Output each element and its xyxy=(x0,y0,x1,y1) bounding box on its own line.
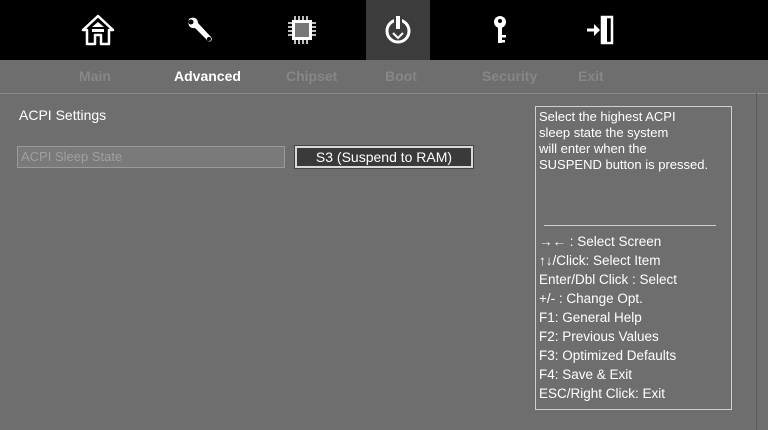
key-help-general-help: F1: General Help xyxy=(539,310,642,325)
help-panel: Select the highest ACPI sleep state the … xyxy=(535,106,732,410)
tab-chipset[interactable]: Chipset xyxy=(286,60,337,93)
help-description-line: will enter when the xyxy=(539,141,647,156)
menu-tab-bar: Main Advanced Chipset Boot Security Exit xyxy=(0,60,768,94)
top-icon-bar xyxy=(0,0,768,60)
key-help-select: Enter/Dbl Click : Select xyxy=(539,272,678,287)
help-description-line: SUSPEND button is pressed. xyxy=(539,157,709,172)
key-help-optimized-defaults: F3: Optimized Defaults xyxy=(539,348,677,363)
acpi-sleep-state-value[interactable]: S3 (Suspend to RAM) xyxy=(294,145,474,169)
tab-security[interactable]: Security xyxy=(482,60,537,93)
home-icon[interactable] xyxy=(70,0,126,60)
tab-exit[interactable]: Exit xyxy=(578,60,604,93)
help-description-line: Select the highest ACPI xyxy=(539,109,676,124)
key-help-select-item: ↑↓/Click: Select Item xyxy=(539,253,661,268)
tab-boot[interactable]: Boot xyxy=(385,60,417,93)
help-description-line: sleep state the system xyxy=(539,125,669,140)
power-icon[interactable] xyxy=(366,0,430,60)
key-help-exit: ESC/Right Click: Exit xyxy=(539,386,666,401)
tab-main[interactable]: Main xyxy=(79,60,111,93)
page-title: ACPI Settings xyxy=(19,107,107,123)
key-help-change-opt: +/- : Change Opt. xyxy=(539,291,643,306)
acpi-sleep-state-label[interactable]: ACPI Sleep State xyxy=(17,146,285,168)
key-icon[interactable] xyxy=(472,0,528,60)
chip-icon[interactable] xyxy=(274,0,330,60)
key-help-previous-values: F2: Previous Values xyxy=(539,329,659,344)
key-help-select-screen: →← : Select Screen xyxy=(539,234,662,249)
tab-advanced[interactable]: Advanced xyxy=(174,60,241,93)
help-divider xyxy=(544,225,716,226)
exit-icon[interactable] xyxy=(572,0,628,60)
wrench-icon[interactable] xyxy=(172,0,228,60)
key-help-list: →← : Select Screen ↑↓/Click: Select Item… xyxy=(539,232,677,403)
help-description: Select the highest ACPI sleep state the … xyxy=(539,109,733,173)
right-edge-divider xyxy=(756,93,757,430)
key-help-save-exit: F4: Save & Exit xyxy=(539,367,633,382)
